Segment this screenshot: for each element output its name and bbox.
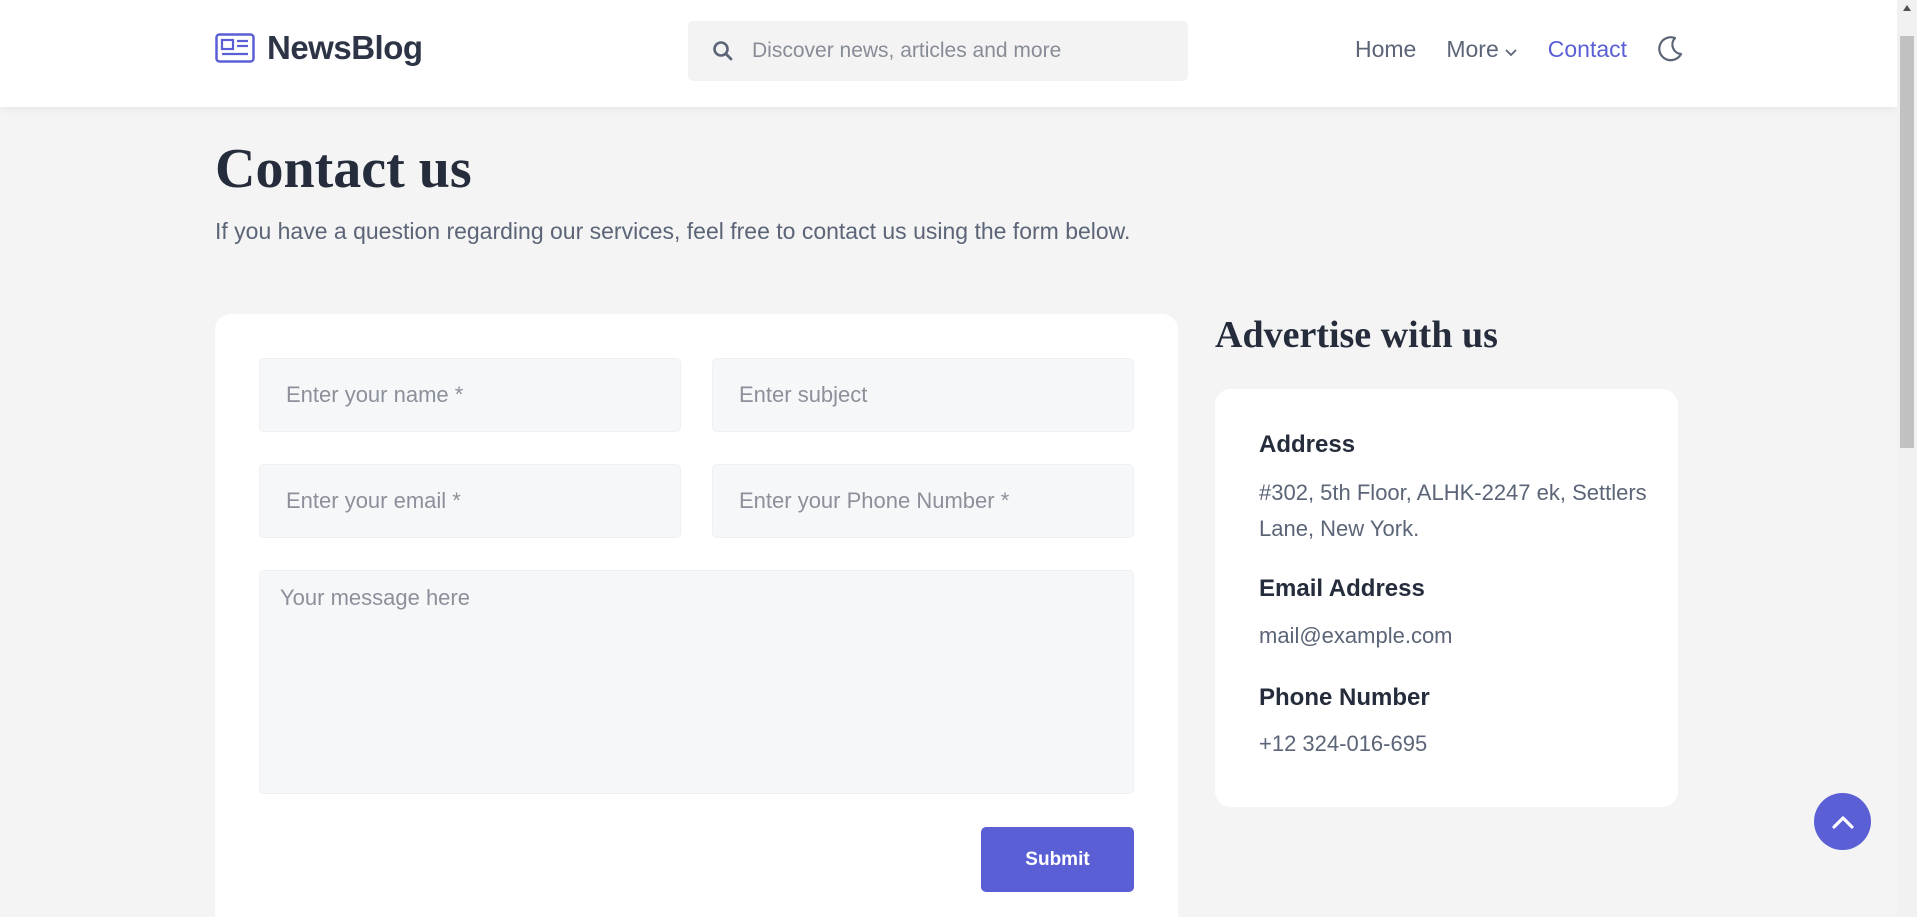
- search-input[interactable]: [752, 21, 1172, 81]
- nav-contact-link[interactable]: Contact: [1548, 36, 1627, 63]
- address-value: #302, 5th Floor, ALHK-2247 ek, Settlers …: [1259, 480, 1647, 541]
- brand-name: NewsBlog: [267, 29, 423, 66]
- chevron-down-icon: [1505, 49, 1517, 57]
- contact-info-card: Address #302, 5th Floor, ALHK-2247 ek, S…: [1215, 389, 1678, 807]
- email-input[interactable]: [259, 464, 681, 538]
- phone-input[interactable]: [712, 464, 1134, 538]
- site-header: NewsBlog Home More Contact: [0, 0, 1897, 107]
- scroll-up-arrow-icon[interactable]: [1902, 4, 1912, 12]
- address-label: Address: [1259, 431, 1356, 458]
- page-title: Contact us: [215, 138, 472, 200]
- search-box: [688, 21, 1188, 81]
- page-subtitle: If you have a question regarding our ser…: [215, 218, 1131, 244]
- nav-more-label: More: [1446, 35, 1499, 62]
- newspaper-icon: [215, 33, 255, 63]
- chevron-up-icon: [1831, 815, 1854, 829]
- submit-button[interactable]: Submit: [981, 827, 1134, 892]
- advertise-title: Advertise with us: [1215, 314, 1498, 356]
- email-address-label: Email Address: [1259, 575, 1425, 602]
- search-icon: [713, 41, 733, 61]
- name-input[interactable]: [259, 358, 681, 432]
- moon-icon[interactable]: [1655, 34, 1685, 64]
- phone-number-value: +12 324-016-695: [1259, 731, 1428, 756]
- main-nav: Home More Contact: [1355, 30, 1685, 68]
- contact-form: Submit: [215, 314, 1178, 917]
- email-address-value: mail@example.com: [1259, 623, 1453, 648]
- nav-home-link[interactable]: Home: [1355, 36, 1416, 63]
- scroll-thumb[interactable]: [1900, 36, 1914, 448]
- page-scrollbar[interactable]: [1897, 0, 1917, 917]
- phone-number-label: Phone Number: [1259, 684, 1430, 711]
- message-textarea[interactable]: [259, 570, 1134, 794]
- subject-input[interactable]: [712, 358, 1134, 432]
- back-to-top-button[interactable]: [1814, 793, 1871, 850]
- nav-more-dropdown[interactable]: More: [1446, 36, 1517, 63]
- brand-logo-link[interactable]: NewsBlog: [215, 28, 423, 68]
